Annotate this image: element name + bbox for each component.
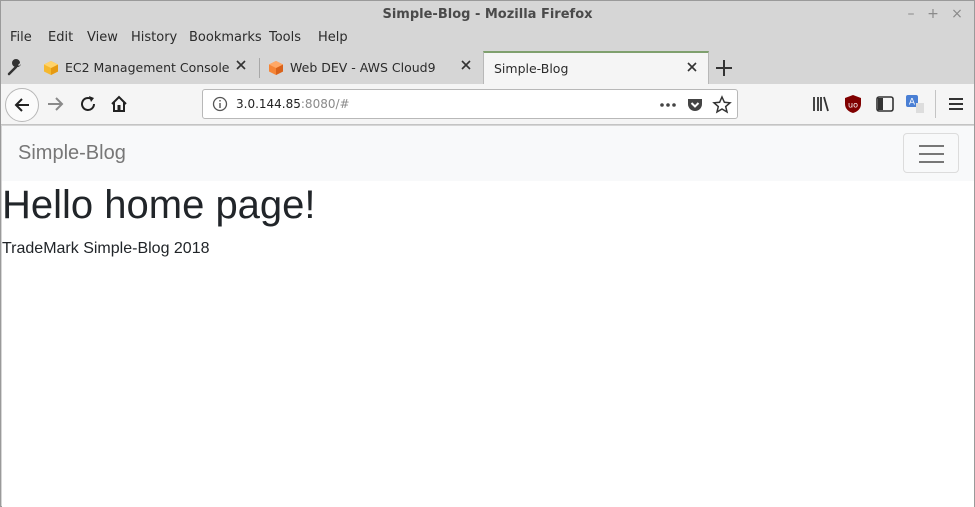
menu-history[interactable]: History — [131, 30, 177, 45]
tab-simple-blog[interactable]: Simple-Blog — [483, 51, 709, 84]
wrench-icon[interactable] — [7, 58, 25, 76]
back-button[interactable] — [5, 88, 39, 122]
library-icon[interactable] — [811, 94, 831, 114]
menu-bar: File Edit View History Bookmarks Tools H… — [1, 28, 974, 50]
new-tab-plus-icon[interactable] — [712, 56, 736, 80]
arrow-left-icon — [14, 98, 29, 112]
browser-window: Simple-Blog - Mozilla Firefox – + × File… — [0, 0, 975, 507]
hamburger-bar — [919, 153, 944, 155]
tab-ec2[interactable]: EC2 Management Console — [35, 51, 257, 84]
info-icon[interactable] — [212, 96, 228, 112]
close-icon[interactable] — [233, 57, 249, 73]
menu-edit[interactable]: Edit — [48, 30, 73, 45]
url-text[interactable]: 3.0.144.85:8080/# — [236, 97, 350, 111]
svg-text:A: A — [909, 98, 916, 108]
ublock-origin-icon[interactable]: uo — [843, 94, 863, 114]
tab-label: Simple-Blog — [494, 61, 569, 76]
site-brand-link[interactable]: Simple-Blog — [18, 142, 126, 165]
menu-help[interactable]: Help — [318, 30, 348, 45]
tab-label: EC2 Management Console — [65, 60, 230, 75]
tab-bar: EC2 Management Console Web DEV - AWS Clo… — [1, 50, 974, 84]
url-path: :8080/# — [300, 97, 350, 111]
tab-label: Web DEV - AWS Cloud9 — [290, 60, 436, 75]
site-navbar: Simple-Blog — [2, 126, 974, 181]
tab-cloud9[interactable]: Web DEV - AWS Cloud9 — [260, 51, 482, 84]
sidebar-icon[interactable] — [875, 94, 895, 114]
close-icon[interactable] — [684, 59, 700, 75]
minimize-button[interactable]: – — [902, 5, 920, 23]
translate-icon[interactable]: A — [905, 94, 925, 114]
pocket-icon[interactable] — [685, 95, 705, 115]
menu-tools[interactable]: Tools — [269, 30, 301, 45]
aws-cube-icon — [44, 61, 58, 75]
menu-view[interactable]: View — [87, 30, 118, 45]
navbar-toggler-button[interactable] — [903, 133, 959, 173]
menu-file[interactable]: File — [10, 30, 32, 45]
hamburger-bar — [919, 145, 944, 147]
menu-bookmarks[interactable]: Bookmarks — [189, 30, 262, 45]
page-heading: Hello home page! — [2, 183, 316, 227]
title-bar: Simple-Blog - Mozilla Firefox – + × — [1, 1, 974, 28]
star-bookmark-icon[interactable] — [712, 95, 732, 115]
close-window-button[interactable]: × — [948, 5, 966, 23]
url-bar[interactable]: 3.0.144.85:8080/# — [202, 89, 738, 119]
hamburger-menu-icon[interactable] — [946, 94, 966, 114]
forward-arrow-icon[interactable] — [45, 94, 65, 114]
nav-toolbar: 3.0.144.85:8080/# uo A — [1, 84, 974, 125]
svg-text:uo: uo — [848, 101, 858, 110]
url-host: 3.0.144.85 — [236, 97, 301, 111]
home-icon[interactable] — [109, 94, 129, 114]
window-title: Simple-Blog - Mozilla Firefox — [382, 7, 593, 22]
cloud9-icon — [269, 61, 283, 75]
reload-icon[interactable] — [78, 94, 98, 114]
web-page: Simple-Blog Hello home page! TradeMark S… — [2, 126, 974, 507]
maximize-button[interactable]: + — [924, 5, 942, 23]
page-actions-icon[interactable] — [658, 95, 678, 115]
close-icon[interactable] — [458, 57, 474, 73]
trademark-text: TradeMark Simple-Blog 2018 — [2, 240, 210, 257]
hamburger-bar — [919, 161, 944, 163]
toolbar-divider — [935, 90, 936, 118]
